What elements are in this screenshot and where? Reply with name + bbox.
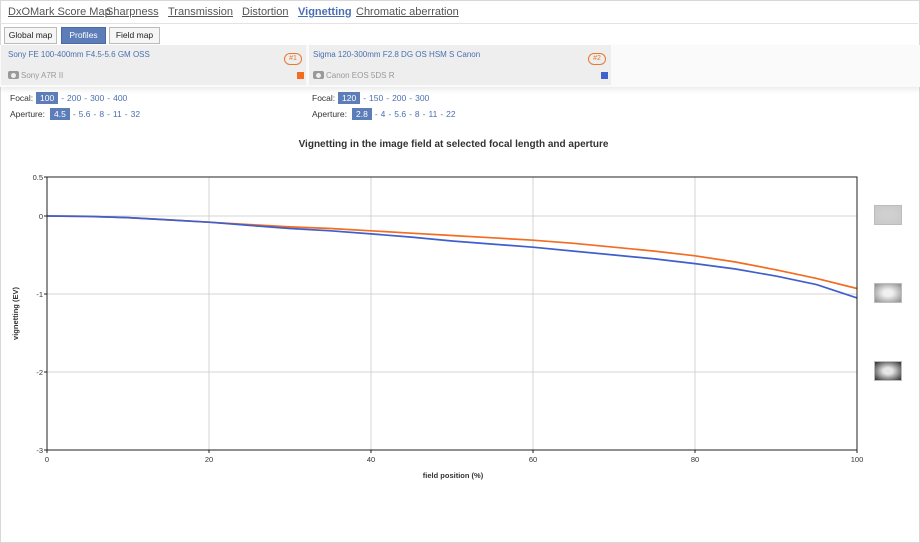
aperture-option-8[interactable]: 8 xyxy=(415,109,420,119)
focal-option-300[interactable]: 300 xyxy=(415,93,429,103)
tab-transmission[interactable]: Transmission xyxy=(168,6,233,18)
option-separator: - xyxy=(124,109,128,119)
plot-area xyxy=(47,177,857,450)
camera-icon xyxy=(8,71,19,79)
tab-distortion[interactable]: Distortion xyxy=(242,6,288,18)
option-separator: - xyxy=(388,109,392,119)
x-tick-label: 20 xyxy=(205,455,213,464)
subtab-profiles[interactable]: Profiles xyxy=(61,27,106,44)
tab-vignetting[interactable]: Vignetting xyxy=(298,6,352,18)
focal-options: 120-150-200-300 xyxy=(338,92,429,104)
y-tick-label: -1 xyxy=(36,290,43,299)
focal-option-100[interactable]: 100 xyxy=(36,92,59,104)
option-separator: - xyxy=(93,109,97,119)
x-tick-label: 0 xyxy=(45,455,49,464)
option-separator: - xyxy=(107,93,111,103)
aperture-option-8[interactable]: 8 xyxy=(99,109,104,119)
vignetting-chart: 0 20 40 60 80 100 0.5 0 -1 -2 -3 field position (%)… xyxy=(11,173,864,480)
tab-chromatic-aberration[interactable]: Chromatic aberration xyxy=(356,6,459,18)
focal-option-200[interactable]: 200 xyxy=(392,93,406,103)
x-tick-label: 80 xyxy=(691,455,699,464)
lens-badge: #2 xyxy=(588,53,606,65)
aperture-option-2.8[interactable]: 2.8 xyxy=(352,108,372,120)
camera-icon xyxy=(313,71,324,79)
tab-dxomark-score-map[interactable]: DxOMark Score Map xyxy=(8,6,111,18)
aperture-option-5.6[interactable]: 5.6 xyxy=(79,109,91,119)
lens-1-focal-selector: Focal: 100-200-300-400 xyxy=(10,92,300,104)
option-separator: - xyxy=(72,109,76,119)
focal-option-400[interactable]: 400 xyxy=(113,93,127,103)
series-color-swatch xyxy=(601,72,608,79)
aperture-option-11[interactable]: 11 xyxy=(113,109,122,119)
lens-name[interactable]: Sony FE 100-400mm F4.5-5.6 GM OSS xyxy=(8,50,150,59)
top-tab-bar: DxOMark Score Map Sharpness Transmission… xyxy=(0,0,918,24)
y-tick-label: -2 xyxy=(36,368,43,377)
option-separator: - xyxy=(107,109,110,119)
chart-title: Vignetting in the image field at selecte… xyxy=(298,139,609,150)
aperture-option-32[interactable]: 32 xyxy=(131,109,140,119)
lens-name[interactable]: Sigma 120-300mm F2.8 DG OS HSM S Canon xyxy=(313,50,480,59)
lens-card-1[interactable]: Sony FE 100-400mm F4.5-5.6 GM OSS #1 Son… xyxy=(1,45,306,85)
focal-option-200[interactable]: 200 xyxy=(67,93,81,103)
aperture-option-5.6[interactable]: 5.6 xyxy=(394,109,406,119)
aperture-options: 2.8-4-5.6-8-11-22 xyxy=(352,108,456,120)
lens-1-aperture-selector: Aperture: 4.5-5.6-8-11-32 xyxy=(10,108,300,120)
camera-name: Canon EOS 5DS R xyxy=(326,71,395,80)
aperture-label: Aperture: xyxy=(10,109,45,119)
lens-card-2[interactable]: Sigma 120-300mm F2.8 DG OS HSM S Canon #… xyxy=(309,45,611,85)
x-tick-label: 100 xyxy=(851,455,864,464)
x-tick-label: 40 xyxy=(367,455,375,464)
option-separator: - xyxy=(440,109,444,119)
camera-name: Sony A7R II xyxy=(21,71,64,80)
option-separator: - xyxy=(61,93,65,103)
focal-options: 100-200-300-400 xyxy=(36,92,127,104)
lens-2-aperture-selector: Aperture: 2.8-4-5.6-8-11-22 xyxy=(312,108,602,120)
focal-label: Focal: xyxy=(10,93,34,103)
option-separator: - xyxy=(409,93,413,103)
focal-option-150[interactable]: 150 xyxy=(369,93,383,103)
strong-vignetting-thumbnail xyxy=(874,361,902,381)
x-tick-label: 60 xyxy=(529,455,537,464)
y-tick-label: 0 xyxy=(39,212,43,221)
aperture-option-4[interactable]: 4 xyxy=(381,109,386,119)
series-color-swatch xyxy=(297,72,304,79)
option-separator: - xyxy=(374,109,378,119)
focal-option-120[interactable]: 120 xyxy=(338,92,361,104)
aperture-options: 4.5-5.6-8-11-32 xyxy=(50,108,140,120)
option-separator: - xyxy=(422,109,426,119)
y-axis-label: vignetting (EV) xyxy=(11,287,20,340)
x-axis-label: field position (%) xyxy=(423,471,484,480)
aperture-option-11[interactable]: 11 xyxy=(429,109,438,119)
lens-badge: #1 xyxy=(284,53,302,65)
camera-label: Canon EOS 5DS R xyxy=(313,71,394,82)
aperture-option-4.5[interactable]: 4.5 xyxy=(50,108,70,120)
y-tick-label: 0.5 xyxy=(33,173,43,182)
option-separator: - xyxy=(386,93,390,103)
aperture-label: Aperture: xyxy=(312,109,347,119)
aperture-option-22[interactable]: 22 xyxy=(446,109,455,119)
lens-2-focal-selector: Focal: 120-150-200-300 xyxy=(312,92,602,104)
focal-option-300[interactable]: 300 xyxy=(90,93,104,103)
camera-label: Sony A7R II xyxy=(8,71,63,82)
focal-label: Focal: xyxy=(312,93,336,103)
uniform-field-thumbnail xyxy=(874,205,902,225)
option-separator: - xyxy=(409,109,412,119)
subtab-global-map[interactable]: Global map xyxy=(4,27,57,44)
tab-sharpness[interactable]: Sharpness xyxy=(106,6,159,18)
moderate-vignetting-thumbnail xyxy=(874,283,902,303)
option-separator: - xyxy=(84,93,88,103)
y-tick-label: -3 xyxy=(36,446,43,455)
subtab-field-map[interactable]: Field map xyxy=(109,27,160,44)
option-separator: - xyxy=(363,93,367,103)
